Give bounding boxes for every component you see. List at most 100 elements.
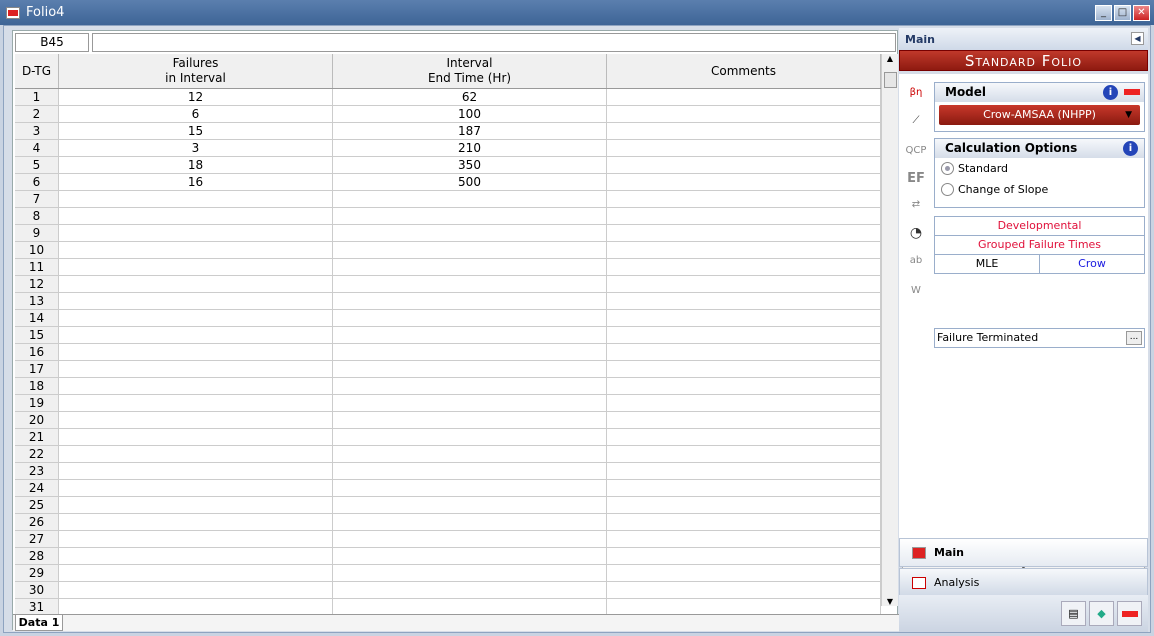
beta-eta-sigma-mu-icon[interactable]: βη (905, 82, 927, 104)
row-header[interactable]: 22 (15, 446, 59, 462)
column-header[interactable]: Interval End Time (Hr) (333, 54, 607, 88)
table-cell[interactable] (59, 446, 333, 462)
notebook-icon[interactable]: ▤ (1061, 601, 1086, 626)
radio-change-of-slope[interactable]: Change of Slope (935, 179, 1144, 200)
vertical-scrollbar[interactable]: ▲ ▼ (881, 54, 898, 606)
table-cell[interactable] (333, 327, 607, 343)
table-cell[interactable]: 62 (333, 89, 607, 105)
row-header[interactable]: 16 (15, 344, 59, 360)
table-cell[interactable]: 350 (333, 157, 607, 173)
table-cell[interactable]: 500 (333, 174, 607, 190)
termination-field[interactable]: Failure Terminated... (934, 328, 1145, 348)
table-cell[interactable] (333, 378, 607, 394)
table-cell[interactable] (333, 395, 607, 411)
table-cell[interactable] (59, 242, 333, 258)
row-header[interactable]: 17 (15, 361, 59, 377)
gauge-icon[interactable]: ◔ (905, 222, 927, 244)
table-cell[interactable] (59, 429, 333, 445)
scroll-thumb[interactable] (884, 72, 897, 88)
data-format[interactable]: Grouped Failure Times (935, 236, 1144, 255)
row-header[interactable]: 4 (15, 140, 59, 156)
model-dropdown[interactable]: Crow-AMSAA (NHPP) ▼ (939, 105, 1140, 125)
row-header[interactable]: 6 (15, 174, 59, 190)
table-cell[interactable] (59, 225, 333, 241)
row-header[interactable]: 2 (15, 106, 59, 122)
table-cell[interactable] (607, 140, 881, 156)
table-cell[interactable] (59, 531, 333, 547)
row-header[interactable]: 1 (15, 89, 59, 105)
row-header[interactable]: 10 (15, 242, 59, 258)
row-header[interactable]: 27 (15, 531, 59, 547)
table-cell[interactable] (333, 276, 607, 292)
red-bar-icon[interactable] (1124, 89, 1140, 95)
row-header[interactable]: 30 (15, 582, 59, 598)
table-cell[interactable] (333, 446, 607, 462)
table-cell[interactable] (59, 378, 333, 394)
column-header[interactable]: Comments (607, 54, 881, 88)
table-cell[interactable]: 18 (59, 157, 333, 173)
table-cell[interactable] (607, 225, 881, 241)
table-cell[interactable]: 210 (333, 140, 607, 156)
table-cell[interactable] (333, 361, 607, 377)
table-cell[interactable] (607, 174, 881, 190)
row-header[interactable]: 8 (15, 208, 59, 224)
table-cell[interactable] (59, 548, 333, 564)
row-header[interactable]: 11 (15, 259, 59, 275)
table-cell[interactable] (333, 463, 607, 479)
table-cell[interactable] (607, 208, 881, 224)
table-cell[interactable] (333, 344, 607, 360)
table-cell[interactable] (59, 310, 333, 326)
red-bar-icon[interactable] (1117, 601, 1142, 626)
table-cell[interactable] (59, 463, 333, 479)
data-type[interactable]: Developmental (935, 217, 1144, 236)
cell-reference[interactable]: B45 (15, 33, 89, 52)
method[interactable]: MLE (935, 255, 1040, 273)
row-header[interactable]: 26 (15, 514, 59, 530)
row-header[interactable]: 7 (15, 191, 59, 207)
close-button[interactable]: ✕ (1133, 5, 1150, 21)
method-variant[interactable]: Crow (1040, 255, 1144, 273)
table-cell[interactable] (59, 565, 333, 581)
scroll-down-icon[interactable]: ▼ (882, 597, 898, 606)
minimize-button[interactable]: _ (1095, 5, 1112, 21)
formula-bar[interactable] (92, 33, 896, 52)
table-cell[interactable] (607, 463, 881, 479)
table-cell[interactable] (607, 259, 881, 275)
table-cell[interactable] (59, 327, 333, 343)
row-header[interactable]: 21 (15, 429, 59, 445)
row-header[interactable]: 23 (15, 463, 59, 479)
table-cell[interactable] (333, 412, 607, 428)
collapse-panel-icon[interactable]: ◀ (1131, 32, 1144, 45)
qcp-icon[interactable]: QCP (905, 140, 927, 162)
info-icon[interactable]: i (1123, 141, 1138, 156)
plot-icon[interactable]: ⟋ (905, 110, 927, 132)
table-cell[interactable] (333, 259, 607, 275)
table-cell[interactable] (59, 497, 333, 513)
more-icon[interactable]: ... (1126, 331, 1142, 345)
data-grid[interactable]: D-TG Failures in Interval Interval End T… (15, 54, 881, 616)
table-cell[interactable] (59, 361, 333, 377)
table-cell[interactable] (607, 412, 881, 428)
row-header[interactable]: 5 (15, 157, 59, 173)
table-cell[interactable] (333, 582, 607, 598)
column-header[interactable]: D-TG (15, 54, 59, 88)
table-cell[interactable] (607, 344, 881, 360)
table-cell[interactable] (607, 191, 881, 207)
row-header[interactable]: 25 (15, 497, 59, 513)
table-cell[interactable]: 100 (333, 106, 607, 122)
table-cell[interactable]: 187 (333, 123, 607, 139)
table-cell[interactable] (607, 378, 881, 394)
row-header[interactable]: 15 (15, 327, 59, 343)
row-header[interactable]: 29 (15, 565, 59, 581)
table-cell[interactable] (59, 259, 333, 275)
row-header[interactable]: 14 (15, 310, 59, 326)
table-cell[interactable] (333, 480, 607, 496)
table-cell[interactable] (59, 344, 333, 360)
table-cell[interactable] (607, 599, 881, 615)
table-cell[interactable] (607, 310, 881, 326)
table-cell[interactable] (333, 497, 607, 513)
info-icon[interactable]: i (1103, 85, 1118, 100)
nav-main[interactable]: Main (899, 538, 1148, 567)
radio-standard[interactable]: Standard (935, 158, 1144, 179)
table-cell[interactable] (607, 429, 881, 445)
